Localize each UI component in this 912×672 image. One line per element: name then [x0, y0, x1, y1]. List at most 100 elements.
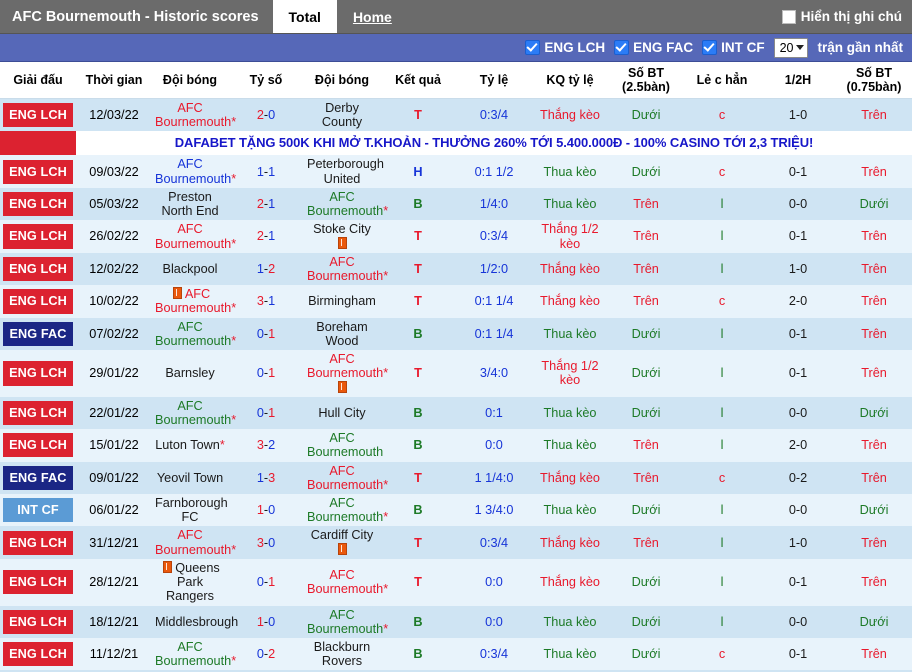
col-kq[interactable]: KQ tỷ lệ	[532, 62, 608, 99]
col-odds[interactable]: Tỷ lệ	[456, 62, 532, 99]
col-oddeven[interactable]: Lẻ c hẳn	[684, 62, 760, 99]
home-team-cell[interactable]: AFC Bournemouth*	[152, 98, 236, 132]
ad-banner-row[interactable]: DAFABET TẶNG 500K KHI MỞ T.KHOẢN - THƯỞN…	[0, 131, 912, 156]
ad-banner-text[interactable]: DAFABET TẶNG 500K KHI MỞ T.KHOẢN - THƯỞN…	[76, 131, 912, 156]
home-team-cell[interactable]: AFC Bournemouth*	[152, 285, 236, 318]
checkbox-checked-icon[interactable]	[525, 40, 541, 55]
league-badge: ENG LCH	[3, 609, 73, 634]
league-cell[interactable]: ENG LCH	[0, 526, 76, 559]
away-team-cell[interactable]: Birmingham	[304, 285, 380, 318]
table-row[interactable]: ENG LCH 12/02/22 Blackpool 1-2 AFC Bournemou…	[0, 252, 912, 286]
away-team-cell[interactable]: AFC Bournemouth*	[304, 461, 388, 495]
away-team-cell[interactable]: AFC Bournemouth*	[304, 350, 388, 397]
away-team-cell-label: AFC Bournemouth	[307, 607, 384, 636]
home-team-cell[interactable]: AFC Bournemouth*	[152, 638, 236, 671]
over-under-075-cell: Trên	[836, 429, 912, 462]
away-team-cell[interactable]: Boreham Wood	[304, 317, 380, 351]
league-cell[interactable]: ENG LCH	[0, 98, 76, 132]
halftime-score-cell: 2-0	[760, 429, 836, 462]
away-team-cell[interactable]: AFC Bournemouth*	[304, 558, 388, 606]
league-cell[interactable]: ENG LCH	[0, 285, 76, 318]
home-team-cell[interactable]: Queens Park Rangers	[152, 558, 228, 606]
table-row[interactable]: ENG LCH 09/03/22 AFC Bournemouth* 1-1 Peterb…	[0, 155, 912, 188]
away-team-cell[interactable]: AFC Bournemouth	[304, 429, 383, 462]
home-team-cell[interactable]: AFC Bournemouth*	[152, 220, 236, 253]
checkbox-checked-icon[interactable]	[702, 40, 718, 55]
home-team-cell[interactable]: AFC Bournemouth*	[152, 317, 236, 351]
home-team-cell[interactable]: Farnborough FC	[152, 494, 228, 527]
match-count-select[interactable]: 20	[773, 37, 809, 58]
home-team-cell[interactable]: Blackpool	[152, 252, 228, 286]
league-cell[interactable]: INT CF	[0, 494, 76, 527]
table-row[interactable]: ENG FAC 07/02/22 AFC Bournemouth* 0-1 Boreha…	[0, 317, 912, 351]
filter-eng-lch[interactable]: ENG LCH	[525, 40, 605, 55]
away-team-cell[interactable]: AFC Bournemouth*	[304, 605, 388, 638]
home-team-cell[interactable]: Luton Town*	[152, 429, 228, 462]
league-badge: ENG LCH	[3, 224, 73, 249]
col-home[interactable]: Đội bóng	[152, 62, 228, 99]
league-cell[interactable]: ENG LCH	[0, 252, 76, 286]
table-row[interactable]: ENG LCH 18/12/21 Middlesbrough 1-0 AFC Bourn…	[0, 605, 912, 638]
table-row[interactable]: ENG LCH 05/03/22 Preston North End 2-1 AFC B…	[0, 187, 912, 221]
league-cell[interactable]: ENG LCH	[0, 558, 76, 606]
league-cell[interactable]: ENG LCH	[0, 155, 76, 188]
score-home: 0	[256, 366, 264, 381]
home-team-cell[interactable]: AFC Bournemouth*	[152, 526, 236, 559]
home-team-cell[interactable]: Middlesbrough	[152, 605, 238, 638]
col-halftime[interactable]: 1/2H	[760, 62, 836, 99]
home-team-cell[interactable]: AFC Bournemouth*	[152, 155, 236, 188]
col-bt075[interactable]: Số BT (0.75bàn)	[836, 62, 912, 99]
league-cell[interactable]: ENG LCH	[0, 396, 76, 430]
home-team-cell[interactable]: Yeovil Town	[152, 461, 228, 495]
checkbox-unchecked-icon[interactable]	[781, 9, 796, 24]
table-row[interactable]: ENG LCH 29/01/22 Barnsley 0-1 AFC Bournemout…	[0, 350, 912, 397]
score-cell: 3-0	[228, 526, 304, 559]
table-row[interactable]: INT CF 06/01/22 Farnborough FC 1-0 AFC Bourn…	[0, 494, 912, 527]
table-row[interactable]: ENG LCH 10/02/22 AFC Bournemouth* 3-1 Birmin…	[0, 285, 912, 318]
table-row[interactable]: ENG LCH 22/01/22 AFC Bournemouth* 0-1 Hull C…	[0, 396, 912, 430]
away-team-cell[interactable]: AFC Bournemouth*	[304, 252, 388, 286]
filter-eng-fac[interactable]: ENG FAC	[614, 40, 693, 55]
away-team-cell[interactable]: Cardiff City	[304, 526, 380, 559]
away-team-cell[interactable]: Stoke City	[304, 220, 380, 253]
odd-even-cell: l	[684, 558, 760, 606]
show-notes-toggle[interactable]: Hiển thị ghi chú	[781, 0, 912, 33]
league-cell[interactable]: ENG LCH	[0, 638, 76, 671]
table-row[interactable]: ENG LCH 15/01/22 Luton Town* 3-2 AFC Bournem…	[0, 429, 912, 462]
home-team-cell[interactable]: Preston North End	[152, 187, 228, 221]
away-team-cell[interactable]: AFC Bournemouth*	[304, 187, 388, 221]
away-team-cell[interactable]: AFC Bournemouth*	[304, 494, 388, 527]
col-away[interactable]: Đội bóng	[304, 62, 380, 99]
table-row[interactable]: ENG LCH 12/03/22 AFC Bournemouth* 2-0 Derby …	[0, 98, 912, 132]
over-under-075-cell: Trên	[836, 638, 912, 671]
table-row[interactable]: ENG LCH 31/12/21 AFC Bournemouth* 3-0 Cardif…	[0, 526, 912, 559]
col-score[interactable]: Tỷ số	[228, 62, 304, 99]
home-team-cell[interactable]: AFC Bournemouth*	[152, 396, 236, 430]
table-row[interactable]: ENG FAC 09/01/22 Yeovil Town 1-3 AFC Bournem…	[0, 461, 912, 495]
tab-home[interactable]: Home	[337, 0, 408, 33]
table-row[interactable]: ENG LCH 26/02/22 AFC Bournemouth* 2-1 Stoke …	[0, 220, 912, 253]
away-team-cell[interactable]: Blackburn Rovers	[304, 638, 380, 671]
league-cell[interactable]: ENG LCH	[0, 605, 76, 638]
home-team-cell[interactable]: Barnsley	[152, 350, 228, 397]
col-bt25[interactable]: Số BT (2.5bàn)	[608, 62, 684, 99]
col-result[interactable]: Kết quả	[380, 62, 456, 99]
league-cell[interactable]: ENG LCH	[0, 350, 76, 397]
table-row[interactable]: ENG LCH 11/12/21 AFC Bournemouth* 0-2 Blackb…	[0, 638, 912, 671]
league-cell[interactable]: ENG LCH	[0, 429, 76, 462]
league-cell[interactable]: ENG FAC	[0, 461, 76, 495]
table-row[interactable]: ENG LCH 28/12/21 Queens Park Rangers 0-1 AFC…	[0, 558, 912, 606]
away-team-cell[interactable]: Hull City	[304, 396, 380, 430]
scores-table-container[interactable]: Giải đấu Thời gian Đội bóng Tỷ số Đội bó…	[0, 62, 912, 672]
checkbox-checked-icon[interactable]	[614, 40, 630, 55]
away-team-cell[interactable]: Derby County	[304, 98, 380, 132]
odds-cell: 0:3/4	[456, 98, 532, 132]
col-league[interactable]: Giải đấu	[0, 62, 76, 99]
filter-int-cf[interactable]: INT CF	[702, 40, 765, 55]
league-cell[interactable]: ENG LCH	[0, 220, 76, 253]
league-cell[interactable]: ENG LCH	[0, 187, 76, 221]
away-team-cell[interactable]: Peterborough United	[304, 155, 384, 188]
col-date[interactable]: Thời gian	[76, 62, 152, 99]
league-cell[interactable]: ENG FAC	[0, 317, 76, 351]
tab-total[interactable]: Total	[272, 0, 337, 33]
